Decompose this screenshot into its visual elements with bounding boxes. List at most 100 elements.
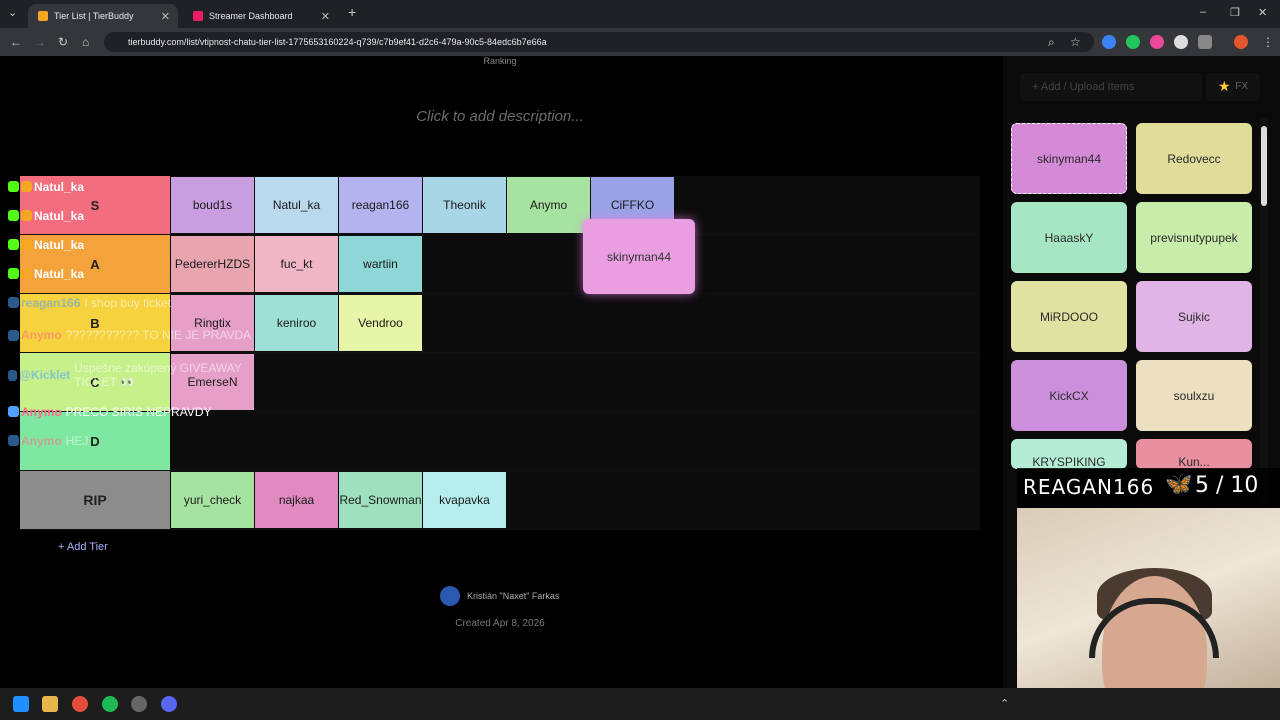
tab-title: Streamer Dashboard [209,11,293,21]
ranking-label: Ranking [483,56,517,66]
tier-item[interactable]: Vendroo [339,295,422,351]
tier-item[interactable]: wartiin [339,236,422,292]
tier-label-rip[interactable]: RIP [20,471,170,529]
kick-badge-icon [8,435,19,446]
tab-title: Tier List | TierBuddy [54,11,134,21]
panel-item[interactable]: soulxzu [1136,360,1252,431]
kick-badge-icon [8,181,19,192]
window-close-icon[interactable]: ✕ [1258,6,1267,19]
scrollbar-thumb[interactable] [1261,126,1267,206]
close-tab-icon[interactable]: ✕ [161,10,170,23]
kick-badge-icon [8,329,19,341]
panel-item[interactable]: previsnutypupek [1136,202,1252,273]
tier-item[interactable]: kvapavka [423,472,506,528]
chat-user: Anymo [21,433,62,448]
maximize-icon[interactable]: ❐ [1230,6,1240,19]
chat-message: Natul_ka [8,259,268,288]
tab-streamer-dashboard[interactable]: Streamer Dashboard ✕ [183,4,338,28]
extensions-puzzle-icon[interactable] [1198,35,1212,49]
panel-item[interactable]: skinyman44 [1011,123,1127,194]
tab-tier-list[interactable]: Tier List | TierBuddy ✕ [28,4,178,28]
add-tier-button[interactable]: + Add Tier [58,541,108,553]
chat-text: PRECO SIRIS NEPRAVDY [65,404,212,419]
extension-icon[interactable] [1174,35,1188,49]
chat-user: Natul_ka [34,208,85,223]
panel-item[interactable]: Sujkic [1136,281,1252,352]
tier-item[interactable]: yuri_check [171,472,254,528]
crown-badge-icon [21,181,32,192]
tier-item[interactable]: Red_Snowman [339,472,422,528]
kick-badge-icon [8,369,18,381]
chrome-icon[interactable] [72,696,88,712]
add-upload-items-button[interactable]: + Add / Upload Items [1020,73,1202,101]
chat-overlay: Natul_ka Natul_ka Natul_ka Natul_ka reag… [8,172,268,455]
chat-user: Anymo [21,328,62,342]
chat-message: Anymo PRECO SIRIS NEPRAVDY [8,397,268,426]
bookmark-star-icon[interactable]: ☆ [1070,35,1081,49]
butterfly-icon: 🦋 [1165,472,1193,497]
tray-chevron-icon[interactable]: ⌃ [1000,697,1009,710]
chat-text: I shop buy ticket [84,295,172,310]
chat-message: Natul_ka [8,230,268,259]
zoom-icon[interactable]: ⌕ [1048,35,1055,50]
reload-icon[interactable]: ↻ [58,35,68,49]
chat-message: Anymo??????????? TO NIE JE PRAVDA [8,317,268,353]
fx-button[interactable]: ★ FX [1206,73,1260,101]
forward-icon[interactable]: → [34,35,46,49]
file-explorer-icon[interactable] [42,696,58,712]
add-tier-label: Add Tier [66,541,108,553]
panel-item[interactable]: KRYSPIKING [1011,439,1127,469]
panel-item[interactable]: Kun... [1136,439,1252,469]
author-name[interactable]: Kristián "Naxet" Farkas [467,591,559,601]
chat-text: HEJ [65,433,89,448]
star-icon: ★ [1218,78,1231,94]
stream-overlay-bar: REAGAN166 🦋 5 / 10 [1017,468,1280,508]
dashboard-favicon-icon [193,11,203,21]
minimize-icon[interactable]: – [1200,6,1206,18]
back-icon[interactable]: ← [10,35,22,49]
tierbuddy-favicon-icon [38,11,48,21]
chat-text: ??????????? TO NIE JE PRAVDA [65,328,252,342]
extension-icon[interactable] [1102,35,1116,49]
kick-badge-icon [8,210,19,221]
crown-badge-icon [21,239,32,250]
settings-icon[interactable] [131,696,147,712]
tier-item[interactable]: najkaa [255,472,338,528]
add-upload-label: Add / Upload Items [1040,81,1135,93]
kick-badge-icon [8,268,19,279]
extension-icon[interactable] [1150,35,1164,49]
windows-start-icon[interactable] [13,696,29,712]
tier-item[interactable]: reagan166 [339,177,422,233]
chat-message: reagan166 I shop buy ticket [8,288,268,317]
description-field[interactable]: Click to add description... [300,108,700,125]
discord-icon[interactable] [161,696,177,712]
close-tab-icon[interactable]: ✕ [321,10,330,23]
kick-badge-icon [8,239,19,250]
home-icon[interactable]: ⌂ [82,35,89,49]
chat-user: Natul_ka [34,179,85,194]
tier-item[interactable]: Theonik [423,177,506,233]
crown-badge-icon [21,268,32,279]
menu-kebab-icon[interactable]: ⋮ [1262,35,1274,49]
panel-item[interactable]: Redovecc [1136,123,1252,194]
panel-item[interactable]: KickCX [1011,360,1127,431]
plus-icon: + [58,541,67,553]
chat-user: Anymo [21,404,62,419]
profile-avatar[interactable] [1234,35,1248,49]
dragging-item[interactable]: skinyman44 [583,219,695,294]
url-bar[interactable]: tierbuddy.com/list/vtipnost-chatu-tier-l… [104,32,1094,52]
tier-item[interactable]: Anymo [507,177,590,233]
tier-items-rip: yuri_check najkaa Red_Snowman kvapavka [171,472,507,528]
author-info: Kristián "Naxet" Farkas [440,586,559,606]
panel-item[interactable]: MiRDOOO [1011,281,1127,352]
browser-tab-bar: Tier List | TierBuddy ✕ Streamer Dashboa… [0,0,1280,28]
new-tab-icon[interactable]: + [348,4,356,20]
spotify-icon[interactable] [102,696,118,712]
kick-badge-icon [8,297,19,308]
panel-item[interactable]: HaaaskY [1011,202,1127,273]
chat-message: Natul_ka [8,201,268,230]
chat-message: Anymo HEJ [8,426,268,455]
extension-icon[interactable] [1126,35,1140,49]
tab-search-icon[interactable]: ⌄ [8,6,17,19]
chat-user: Natul_ka [34,237,85,252]
